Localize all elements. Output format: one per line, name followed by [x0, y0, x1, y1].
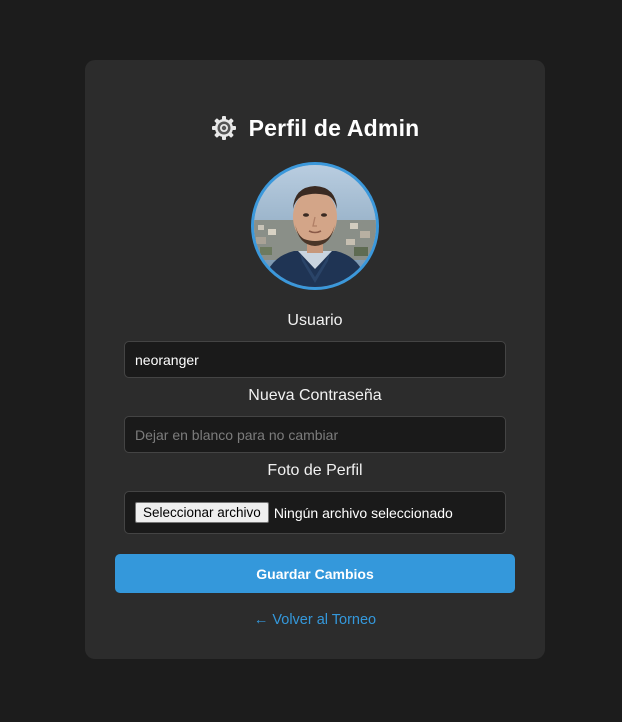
- username-label: Usuario: [287, 312, 343, 329]
- page-title: Perfil de Admin: [248, 114, 420, 141]
- save-changes-button[interactable]: Guardar Cambios: [115, 554, 515, 593]
- username-input[interactable]: [124, 341, 506, 378]
- back-to-tournament-link[interactable]: ← Volver al Torneo: [85, 612, 545, 628]
- file-status-text: Ningún archivo seleccionado: [273, 504, 453, 521]
- choose-file-button[interactable]: Seleccionar archivo: [135, 502, 269, 523]
- profile-card: Perfil de Admin Usuario neoranger Nueva …: [85, 60, 545, 659]
- page-header: Perfil de Admin: [85, 112, 545, 144]
- gear-icon: [211, 115, 237, 141]
- photo-label: Foto de Perfil: [267, 462, 363, 479]
- password-input[interactable]: [124, 416, 506, 453]
- photo-file-input: Seleccionar archivo Ningún archivo selec…: [124, 491, 506, 534]
- avatar: [251, 162, 379, 290]
- password-label: Nueva Contraseña: [248, 387, 382, 404]
